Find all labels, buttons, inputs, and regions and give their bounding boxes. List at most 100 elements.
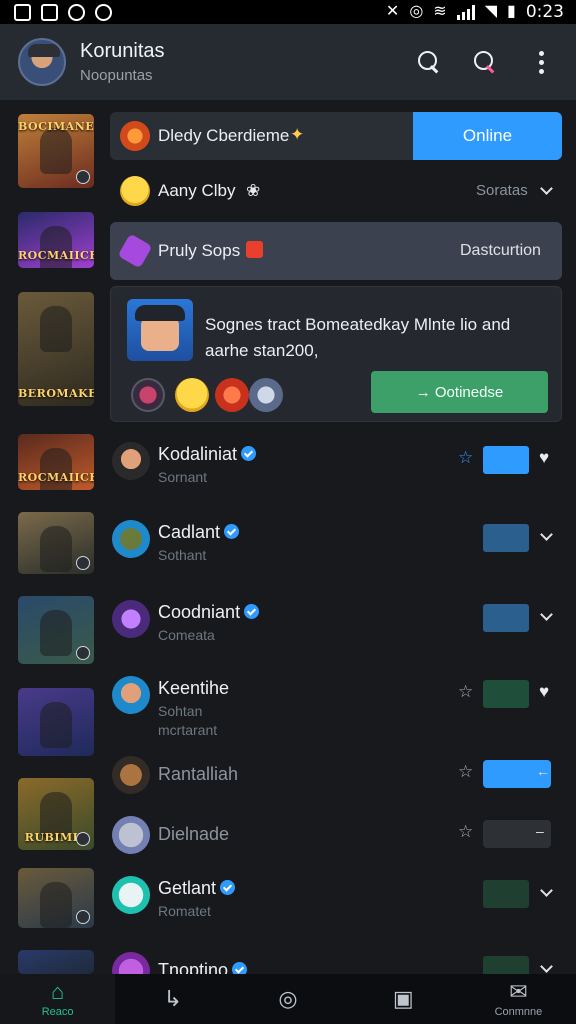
avatar[interactable] [112, 442, 150, 480]
image-icon [41, 3, 58, 21]
nav-label: Conmnne [494, 1005, 543, 1018]
verified-icon [241, 446, 257, 461]
more-menu-button[interactable] [524, 45, 558, 79]
heart-icon[interactable]: ♥ [539, 682, 549, 702]
character-figure [40, 702, 72, 748]
list-item-name: Coodniant [158, 602, 260, 623]
reaction-avatar-4[interactable] [249, 378, 283, 412]
more-icon [538, 50, 544, 74]
reaction-avatar-1[interactable] [131, 378, 165, 412]
card-message-line-1: Sognes tract Bomeatedkay Mlnte lio and [205, 315, 511, 334]
game-title: BEROMAKER [18, 387, 94, 400]
game-thumbnail[interactable]: BOCIMANE [18, 114, 94, 188]
page-subtitle: Noopuntas [80, 67, 153, 84]
party-emoji-icon: ✦ [290, 125, 305, 144]
profile-avatar[interactable] [18, 38, 66, 86]
platform-badge-icon [76, 646, 90, 660]
search-alt-button[interactable] [468, 45, 502, 79]
avatar[interactable] [112, 600, 150, 638]
list-item-name: Keentihe [158, 678, 229, 699]
nav-item-share[interactable]: ↳ [115, 974, 230, 1024]
favorite-icon[interactable]: ☆ [458, 448, 473, 468]
featured-row-2-label: Aany Clby [158, 181, 236, 200]
featured-row-3-label: Pruly Sops [158, 241, 241, 260]
verified-icon [244, 604, 260, 619]
character-figure [40, 526, 72, 572]
status-bar: ✕ ◎ ≋ ◥ ▮ 0:23 [0, 0, 576, 24]
list-item-subtitle: Sohtan [158, 703, 203, 719]
avatar[interactable] [112, 816, 150, 854]
online-button[interactable]: Online [413, 112, 562, 160]
search-button[interactable] [412, 45, 446, 79]
status-toggle[interactable] [483, 880, 529, 908]
status-toggle[interactable] [483, 604, 529, 632]
game-thumbnail[interactable]: ROCMAIICE [18, 434, 94, 490]
avatar[interactable] [112, 520, 150, 558]
chevron-down-icon[interactable] [540, 960, 553, 973]
favorite-icon[interactable]: ☆ [458, 762, 473, 782]
game-thumbnail[interactable] [18, 512, 94, 574]
app-header: Korunitas Noopuntas [0, 24, 576, 100]
featured-message-card: Sognes tract Bomeatedkay Mlnte lio and a… [110, 286, 562, 422]
battery-icon: ▮ [507, 3, 516, 20]
notification-icon [14, 3, 31, 21]
list-item-name-text: Rantalliah [158, 764, 239, 784]
featured-row-3[interactable]: Pruly Sops Dastcurtion [110, 222, 562, 280]
list-item-subtitle: Romatet [158, 903, 211, 919]
chevron-down-icon[interactable] [540, 528, 553, 541]
avatar[interactable] [112, 676, 150, 714]
list-item-name: Kodaliniat [158, 444, 257, 465]
status-toggle[interactable] [483, 524, 529, 552]
search-alt-icon [474, 51, 496, 73]
game-thumbnail[interactable] [18, 688, 94, 756]
list-item-name: Dielnade [158, 824, 229, 845]
character-figure [40, 306, 72, 352]
featured-row-1[interactable]: Dledy Cberdieme ✦ Online [110, 112, 562, 160]
featured-row-2[interactable]: Aany Clby ❀ Soratas [110, 166, 562, 216]
chevron-down-icon[interactable] [540, 182, 553, 195]
list-item-subtitle: Sothant [158, 547, 207, 563]
nav-item-chat[interactable]: ✉ Conmnne [461, 974, 576, 1024]
wifi-icon: ◥ [484, 3, 497, 20]
game-thumbnail[interactable]: BEROMAKER [18, 292, 94, 406]
nav-item-bookmark[interactable]: ▣ [346, 974, 461, 1024]
chevron-down-icon[interactable] [540, 884, 553, 897]
share-icon: ↳ [163, 986, 183, 1011]
avatar[interactable] [112, 756, 150, 794]
status-toggle[interactable] [483, 680, 529, 708]
chevron-down-icon[interactable] [540, 608, 553, 621]
list-item-name-text: Getlant [158, 878, 217, 898]
list-item-name: Getlant [158, 878, 236, 899]
game-thumbnail[interactable] [18, 950, 94, 974]
platform-badge-icon [76, 170, 90, 184]
list-item-subtitle: Comeata [158, 627, 215, 643]
heart-icon[interactable]: ♥ [539, 448, 549, 468]
smiley-icon [120, 176, 150, 206]
fire-badge-icon [246, 241, 263, 258]
verified-icon [224, 524, 240, 539]
list-item-name-text: Keentihe [158, 678, 230, 698]
home-icon: ⌂ [50, 978, 65, 1004]
game-thumbnail[interactable]: ROCMAIICE [18, 212, 94, 268]
continue-button[interactable]: → Ootinedse [371, 371, 548, 413]
character-figure [40, 610, 72, 656]
avatar[interactable] [112, 876, 150, 914]
game-thumbnail[interactable] [18, 868, 94, 928]
card-avatar[interactable] [127, 299, 193, 361]
game-thumbnail[interactable]: RUBIMIE [18, 778, 94, 850]
card-message-line-2: aarhe stan200, [205, 341, 319, 360]
alarm-icon: ◎ [409, 3, 424, 20]
nav-item-compass[interactable]: ◎ [230, 974, 345, 1024]
reaction-avatar-3[interactable] [215, 378, 249, 412]
chat-bubble-icon [95, 3, 112, 21]
status-toggle[interactable] [483, 446, 529, 474]
nav-item-home[interactable]: ⌂ Reaco [0, 974, 116, 1024]
vibrate-icon: ≋ [433, 3, 447, 20]
list-item-name: Cadlant [158, 522, 240, 543]
reaction-avatar-2[interactable] [175, 378, 209, 412]
favorite-icon[interactable]: ☆ [458, 682, 473, 702]
platform-badge-icon [76, 910, 90, 924]
game-thumbnail[interactable] [18, 596, 94, 664]
status-label: Soratas [476, 182, 528, 199]
favorite-icon[interactable]: ☆ [458, 822, 473, 842]
